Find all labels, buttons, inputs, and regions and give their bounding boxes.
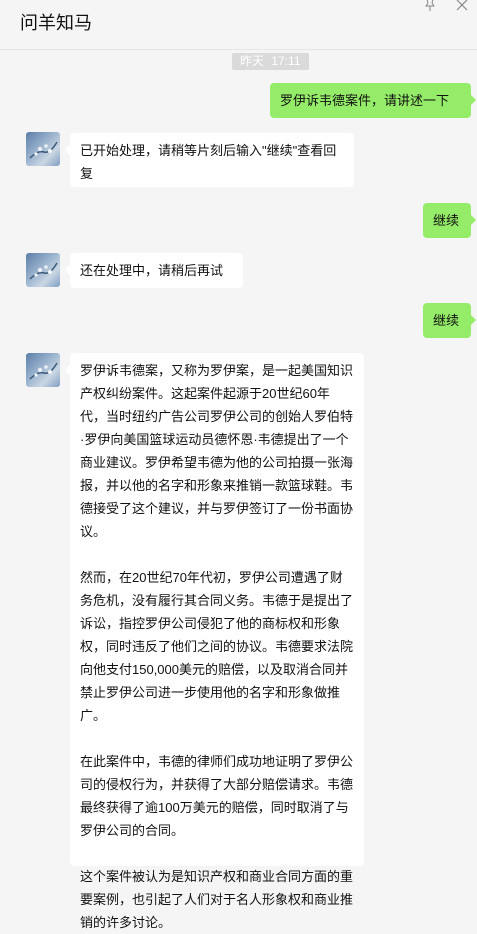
message-paragraph: 罗伊诉韦德案，又称为罗伊案，是一起美国知识产权纠纷案件。这起案件起源于20世纪6… — [80, 363, 354, 539]
message-text: 还在处理中，请稍后再试 — [80, 263, 224, 278]
avatar-image — [29, 141, 58, 159]
outgoing-message[interactable]: 继续 — [423, 203, 476, 238]
message-text: 罗伊诉韦德案件，请讲述一下 — [280, 93, 450, 108]
close-icon[interactable] — [455, 0, 469, 12]
message-timestamp: 昨天 17:11 — [232, 53, 309, 70]
message-text: 已开始处理，请稍等片刻后输入"继续"查看回复 — [80, 143, 337, 181]
avatar-image — [29, 362, 58, 380]
pin-icon[interactable] — [423, 0, 437, 12]
timestamp-day: 昨天 — [240, 54, 265, 68]
incoming-message[interactable]: 已开始处理，请稍等片刻后输入"继续"查看回复 — [65, 133, 354, 187]
message-paragraph: 在此案件中，韦德的律师们成功地证明了罗伊公司的侵权行为，并获得了大部分赔偿请求。… — [80, 754, 354, 838]
message-text: 继续 — [433, 313, 460, 328]
message-paragraph: 然而，在20世纪70年代初，罗伊公司遭遇了财务危机，没有履行其合同义务。韦德于是… — [80, 570, 354, 723]
chat-title: 问羊知马 — [20, 13, 92, 33]
bot-avatar[interactable] — [26, 132, 60, 166]
avatar-image — [29, 262, 58, 280]
timestamp-time: 17:11 — [271, 54, 301, 68]
chat-header: 问羊知马 — [0, 0, 477, 50]
message-paragraph: 这个案件被认为是知识产权和商业合同方面的重要案例，也引起了人们对于名人形象权和商… — [80, 869, 354, 930]
incoming-message[interactable]: 罗伊诉韦德案，又称为罗伊案，是一起美国知识产权纠纷案件。这起案件起源于20世纪6… — [65, 353, 364, 930]
bot-avatar[interactable] — [26, 353, 60, 387]
bot-avatar[interactable] — [26, 253, 60, 287]
incoming-message[interactable]: 还在处理中，请稍后再试 — [65, 253, 243, 288]
outgoing-message[interactable]: 罗伊诉韦德案件，请讲述一下 — [270, 83, 476, 118]
message-text: 继续 — [433, 213, 460, 228]
outgoing-message[interactable]: 继续 — [423, 303, 476, 338]
